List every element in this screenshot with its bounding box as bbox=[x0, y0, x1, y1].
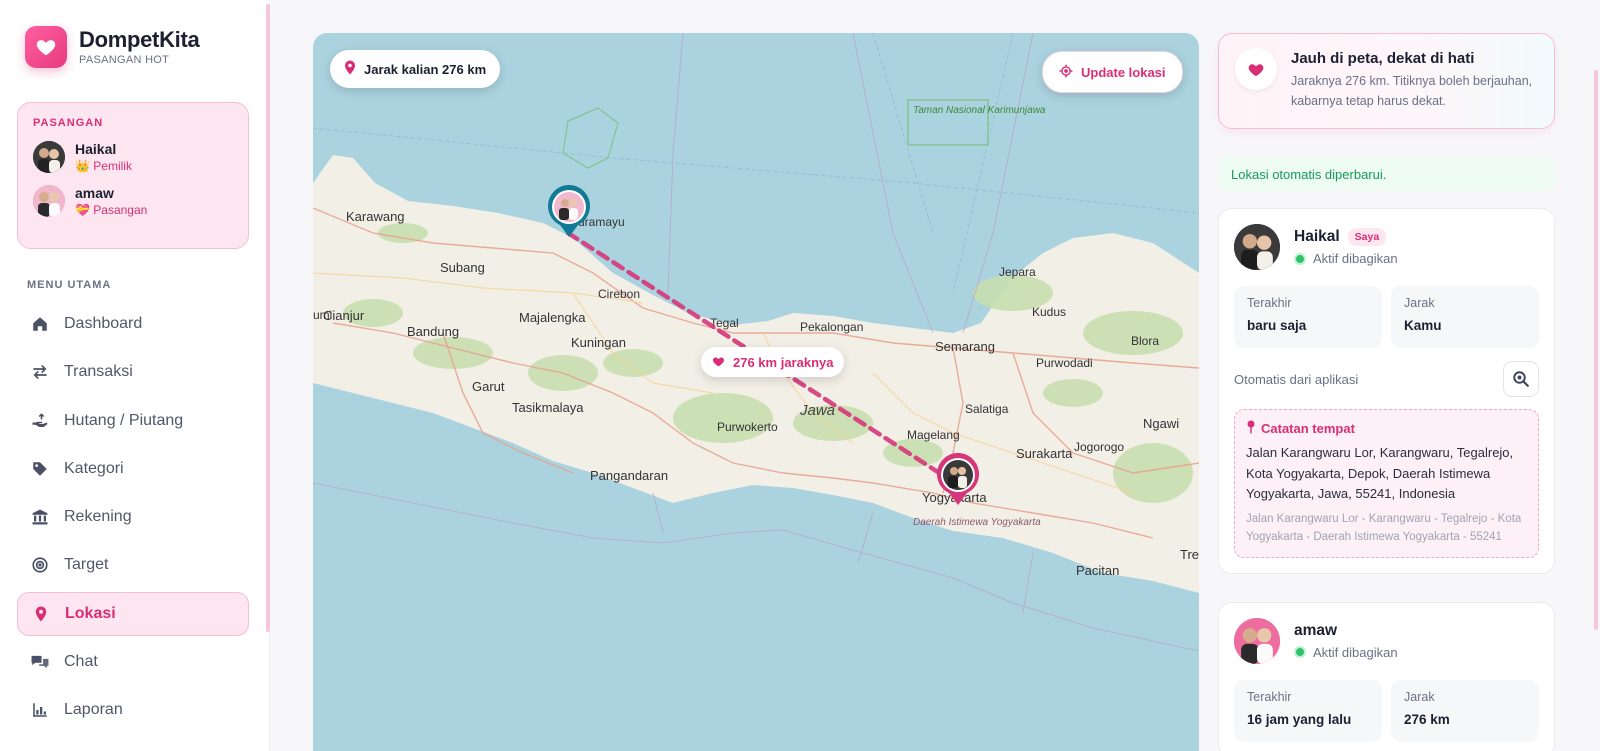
sidebar-scrollbar[interactable] bbox=[266, 4, 270, 632]
menu-item-label: Chat bbox=[64, 653, 98, 671]
bank-icon bbox=[30, 507, 50, 527]
arrows-exchange-icon bbox=[30, 362, 50, 382]
hand-holding-money-icon bbox=[30, 411, 50, 431]
couple-member-amaw[interactable]: amaw 💝 Pasangan bbox=[33, 185, 233, 217]
member-name: amaw bbox=[75, 185, 114, 201]
share-status: Aktif dibagikan bbox=[1294, 251, 1398, 266]
last-updated-stat: Terakhir baru saja bbox=[1234, 286, 1382, 348]
stat-label: Terakhir bbox=[1247, 689, 1292, 704]
search-location-icon bbox=[1513, 371, 1529, 387]
user-card-haikal: Haikal Saya Aktif dibagikan Terakhir bar… bbox=[1218, 208, 1555, 574]
place-note-title: Catatan tempat bbox=[1261, 421, 1355, 436]
location-panel: Jauh di peta, dekat di hati Jaraknya 276… bbox=[1218, 33, 1555, 751]
user-name: amaw bbox=[1294, 621, 1338, 639]
user-name: Haikal bbox=[1294, 228, 1340, 245]
heart-logo-icon bbox=[25, 26, 67, 68]
update-location-label: Update lokasi bbox=[1081, 64, 1166, 80]
stat-label: Terakhir bbox=[1247, 296, 1292, 310]
member-role: 👑 Pemilik bbox=[75, 159, 132, 173]
last-updated-stat: Terakhir 16 jam yang lalu bbox=[1234, 679, 1382, 742]
user-card-amaw: amaw Aktif dibagikan Terakhir 16 jam yan… bbox=[1218, 601, 1555, 751]
main-menu: Dashboard Transaksi Hutang / Piutang Kat… bbox=[17, 302, 249, 737]
menu-item-transaksi[interactable]: Transaksi bbox=[17, 350, 249, 394]
map-pin-icon bbox=[344, 60, 356, 78]
location-map[interactable]: Karawang Indramayu Subang Cirebon umi Ci… bbox=[313, 33, 1199, 751]
sidebar: DompetKita PASANGAN HOT PASANGAN Haikal … bbox=[0, 0, 270, 751]
menu-item-label: Laporan bbox=[64, 701, 123, 719]
map-marker-amaw[interactable] bbox=[546, 185, 592, 239]
place-note-address: Jalan Karangwaru Lor, Karangwaru, Tegalr… bbox=[1246, 445, 1514, 501]
menu-item-label: Kategori bbox=[64, 459, 124, 477]
menu-item-label: Hutang / Piutang bbox=[64, 411, 184, 429]
promo-text: Jaraknya 276 km. Titiknya boleh berjauha… bbox=[1291, 74, 1533, 108]
tag-icon bbox=[30, 459, 50, 479]
route-line bbox=[565, 230, 961, 488]
menu-item-kategori[interactable]: Kategori bbox=[17, 447, 249, 491]
heart-icon bbox=[1235, 48, 1277, 90]
share-status-text: Aktif dibagikan bbox=[1313, 644, 1398, 660]
couple-member-haikal[interactable]: Haikal 👑 Pemilik bbox=[33, 141, 233, 173]
auto-source-text: Otomatis dari aplikasi bbox=[1234, 371, 1359, 387]
crosshair-icon bbox=[1059, 64, 1073, 81]
share-status-text: Aktif dibagikan bbox=[1313, 251, 1398, 266]
place-note: Catatan tempat Jalan Karangwaru Lor, Kar… bbox=[1234, 409, 1539, 558]
distance-stat: Jarak Kamu bbox=[1391, 286, 1539, 348]
chat-bubbles-icon bbox=[30, 652, 50, 672]
menu-item-dashboard[interactable]: Dashboard bbox=[17, 302, 249, 346]
brand-subtitle: PASANGAN HOT bbox=[79, 54, 170, 66]
distance-pill: Jarak kalian 276 km bbox=[330, 50, 501, 88]
stat-value: 276 km bbox=[1404, 711, 1450, 727]
page-scrollbar[interactable] bbox=[1594, 70, 1598, 630]
map-pin-icon bbox=[31, 604, 51, 624]
route-distance-text: 276 km jaraknya bbox=[733, 354, 834, 370]
couple-title: PASANGAN bbox=[33, 117, 104, 129]
brand-name: DompetKita bbox=[79, 27, 200, 52]
member-role: 💝 Pasangan bbox=[75, 203, 148, 217]
stat-label: Jarak bbox=[1404, 296, 1435, 310]
avatar bbox=[33, 185, 65, 217]
stat-value: baru saja bbox=[1247, 318, 1307, 333]
share-status: Aktif dibagikan bbox=[1294, 645, 1398, 660]
heart-icon bbox=[712, 355, 725, 370]
map-pin-icon bbox=[1246, 420, 1256, 437]
brand[interactable]: DompetKita PASANGAN HOT bbox=[25, 26, 200, 68]
target-icon bbox=[30, 555, 50, 575]
couple-card: PASANGAN Haikal 👑 Pemilik amaw 💝 Pasanga… bbox=[17, 102, 249, 249]
auto-update-notice: Lokasi otomatis diperbarui. bbox=[1218, 157, 1555, 191]
stat-label: Jarak bbox=[1404, 689, 1435, 704]
status-dot-icon bbox=[1294, 252, 1306, 265]
menu-item-label: Dashboard bbox=[64, 315, 143, 332]
stat-value: 16 jam yang lalu bbox=[1247, 711, 1352, 727]
self-badge: Saya bbox=[1347, 228, 1387, 246]
route-distance-label: 276 km jaraknya bbox=[701, 347, 845, 377]
status-dot-icon bbox=[1294, 646, 1306, 658]
update-location-button[interactable]: Update lokasi bbox=[1042, 51, 1183, 93]
menu-item-label: Lokasi bbox=[65, 604, 116, 622]
menu-title: MENU UTAMA bbox=[27, 279, 112, 291]
home-icon bbox=[30, 314, 50, 334]
member-name: Haikal bbox=[75, 141, 117, 157]
menu-item-label: Target bbox=[64, 556, 109, 574]
avatar bbox=[1234, 224, 1280, 270]
distance-pill-text: Jarak kalian 276 km bbox=[364, 61, 487, 77]
promo-title: Jauh di peta, dekat di hati bbox=[1291, 50, 1475, 67]
menu-item-label: Transaksi bbox=[64, 363, 133, 381]
menu-item-target[interactable]: Target bbox=[17, 543, 249, 587]
avatar bbox=[33, 141, 65, 173]
distance-promo-card: Jauh di peta, dekat di hati Jaraknya 276… bbox=[1218, 33, 1555, 129]
avatar bbox=[1234, 617, 1280, 664]
menu-item-label: Rekening bbox=[64, 508, 132, 526]
menu-item-chat[interactable]: Chat bbox=[17, 640, 249, 684]
map-marker-haikal[interactable] bbox=[935, 453, 981, 507]
menu-item-rekening[interactable]: Rekening bbox=[17, 495, 249, 539]
stat-value: Kamu bbox=[1404, 318, 1442, 333]
menu-item-lokasi[interactable]: Lokasi bbox=[17, 591, 249, 636]
menu-item-hutang-piutang[interactable]: Hutang / Piutang bbox=[17, 399, 249, 443]
distance-stat: Jarak 276 km bbox=[1391, 679, 1539, 742]
locate-search-button[interactable] bbox=[1503, 361, 1539, 397]
menu-item-laporan[interactable]: Laporan bbox=[17, 688, 249, 732]
bar-chart-icon bbox=[30, 700, 50, 720]
place-note-detail: Jalan Karangwaru Lor - Karangwaru - Tega… bbox=[1246, 512, 1522, 544]
